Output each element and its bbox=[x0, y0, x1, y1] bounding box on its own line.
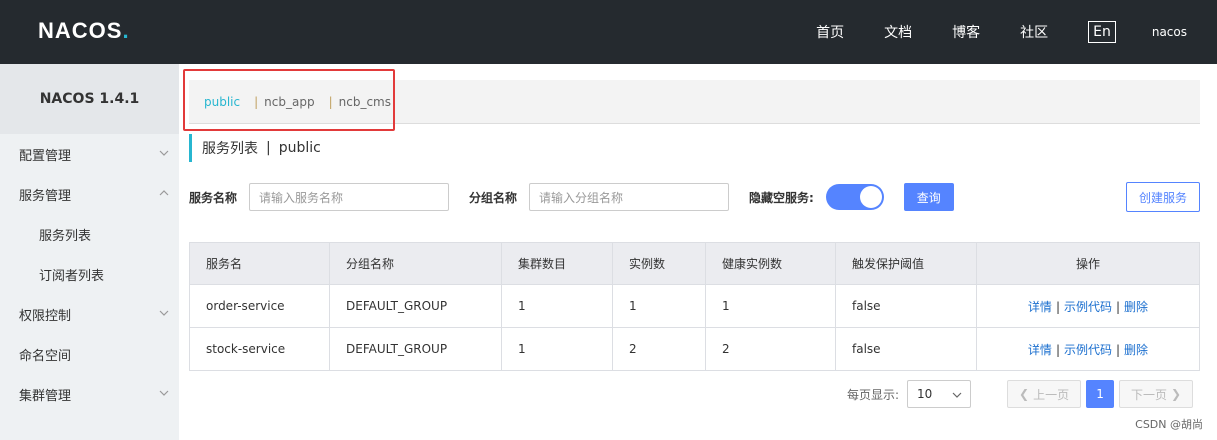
detail-link[interactable]: 详情 bbox=[1028, 343, 1052, 357]
nav-community[interactable]: 社区 bbox=[1020, 22, 1048, 42]
cell-service-name: stock-service bbox=[189, 327, 330, 371]
table-header-row: 服务名 分组名称 集群数目 实例数 健康实例数 触发保护阈值 操作 bbox=[189, 242, 1200, 285]
hide-empty-toggle[interactable] bbox=[825, 184, 884, 210]
cell-protect-threshold: false bbox=[835, 327, 977, 371]
table-row: order-service DEFAULT_GROUP 1 1 1 false … bbox=[189, 284, 1200, 328]
group-name-label: 分组名称 bbox=[469, 190, 518, 205]
service-name-label: 服务名称 bbox=[189, 190, 238, 205]
sidebar-item-access-control[interactable]: 权限控制 bbox=[0, 294, 179, 334]
col-operations: 操作 bbox=[976, 242, 1200, 285]
col-protect-threshold: 触发保护阈值 bbox=[835, 242, 977, 285]
page-size-label: 每页显示: bbox=[847, 387, 900, 402]
col-cluster-count: 集群数目 bbox=[501, 242, 613, 285]
page-title-separator: | bbox=[266, 140, 271, 156]
username[interactable]: nacos bbox=[1152, 25, 1187, 39]
highlight-box bbox=[183, 69, 395, 131]
sidebar-item-subscriber-list[interactable]: 订阅者列表 bbox=[0, 254, 179, 294]
next-page-label: 下一页 bbox=[1131, 387, 1168, 402]
pagination: 每页显示: 10 ❮ 上一页 1 下一页 ❯ bbox=[847, 380, 1194, 408]
prev-page-button[interactable]: ❮ 上一页 bbox=[1007, 380, 1082, 408]
sidebar-item-label: 服务列表 bbox=[39, 228, 92, 244]
cell-group-name: DEFAULT_GROUP bbox=[329, 284, 502, 328]
nav-blog[interactable]: 博客 bbox=[952, 22, 980, 42]
col-instance-count: 实例数 bbox=[612, 242, 706, 285]
page-number-current[interactable]: 1 bbox=[1086, 380, 1115, 408]
query-button[interactable]: 查询 bbox=[903, 183, 954, 211]
next-page-button[interactable]: 下一页 ❯ bbox=[1119, 380, 1194, 408]
watermark: CSDN @胡尚 bbox=[1135, 418, 1203, 431]
nacos-logo[interactable]: NACOS. bbox=[38, 18, 129, 44]
service-name-filter: 服务名称 请输入服务名称 bbox=[189, 183, 450, 211]
top-nav: 首页 文档 博客 社区 En nacos bbox=[816, 0, 1217, 64]
page-size-value: 10 bbox=[917, 387, 933, 401]
sidebar-item-service-list[interactable]: 服务列表 bbox=[0, 214, 179, 254]
sidebar-item-label: 命名空间 bbox=[19, 348, 72, 364]
cell-operations: 详情 | 示例代码 | 删除 bbox=[976, 327, 1200, 371]
chevron-up-icon bbox=[159, 190, 169, 196]
sidebar-item-namespace[interactable]: 命名空间 bbox=[0, 334, 179, 374]
col-service-name: 服务名 bbox=[189, 242, 330, 285]
page-title: 服务列表 | public bbox=[189, 134, 321, 162]
delete-link[interactable]: 删除 bbox=[1124, 300, 1148, 314]
sidebar-item-label: 权限控制 bbox=[19, 308, 72, 324]
service-table: 服务名 分组名称 集群数目 实例数 健康实例数 触发保护阈值 操作 order-… bbox=[189, 242, 1200, 371]
page-size-select[interactable]: 10 bbox=[907, 380, 972, 408]
sidebar-title: NACOS 1.4.1 bbox=[0, 64, 179, 134]
prev-page-label: 上一页 bbox=[1033, 387, 1070, 402]
chevron-down-icon bbox=[159, 390, 169, 396]
cell-group-name: DEFAULT_GROUP bbox=[329, 327, 502, 371]
cell-healthy-count: 2 bbox=[705, 327, 836, 371]
cell-cluster-count: 1 bbox=[501, 327, 613, 371]
group-name-input[interactable]: 请输入分组名称 bbox=[529, 183, 730, 211]
delete-link[interactable]: 删除 bbox=[1124, 343, 1148, 357]
chevron-right-icon: ❯ bbox=[1171, 387, 1182, 401]
cell-instance-count: 1 bbox=[612, 284, 706, 328]
group-name-filter: 分组名称 请输入分组名称 bbox=[469, 183, 730, 211]
page-title-namespace: public bbox=[278, 140, 321, 156]
sidebar-item-cluster-management[interactable]: 集群管理 bbox=[0, 374, 179, 414]
top-navbar: NACOS. 首页 文档 博客 社区 En nacos bbox=[0, 0, 1217, 64]
sample-code-link[interactable]: 示例代码 bbox=[1064, 343, 1112, 357]
language-switch-button[interactable]: En bbox=[1088, 21, 1116, 43]
cell-cluster-count: 1 bbox=[501, 284, 613, 328]
cell-protect-threshold: false bbox=[835, 284, 977, 328]
sidebar-item-label: 集群管理 bbox=[19, 388, 72, 404]
op-separator: | bbox=[1116, 299, 1121, 314]
sample-code-link[interactable]: 示例代码 bbox=[1064, 300, 1112, 314]
sidebar-item-label: 订阅者列表 bbox=[39, 268, 105, 284]
hide-empty-filter: 隐藏空服务: 查询 bbox=[749, 183, 954, 211]
cell-healthy-count: 1 bbox=[705, 284, 836, 328]
col-healthy-count: 健康实例数 bbox=[705, 242, 836, 285]
cell-service-name: order-service bbox=[189, 284, 330, 328]
sidebar-item-service-management[interactable]: 服务管理 bbox=[0, 174, 179, 214]
table-row: stock-service DEFAULT_GROUP 1 2 2 false … bbox=[189, 327, 1200, 371]
nav-docs[interactable]: 文档 bbox=[884, 22, 912, 42]
page-title-text: 服务列表 bbox=[202, 141, 258, 157]
nav-home[interactable]: 首页 bbox=[816, 22, 844, 42]
op-separator: | bbox=[1055, 342, 1060, 357]
chevron-left-icon: ❮ bbox=[1019, 387, 1030, 401]
sidebar-item-label: 服务管理 bbox=[19, 188, 72, 204]
sidebar-item-label: 配置管理 bbox=[19, 148, 72, 164]
hide-empty-label: 隐藏空服务: bbox=[749, 190, 814, 205]
chevron-down-icon bbox=[159, 310, 169, 316]
chevron-down-icon bbox=[952, 392, 962, 398]
cell-instance-count: 2 bbox=[612, 327, 706, 371]
create-service-button[interactable]: 创建服务 bbox=[1126, 182, 1200, 212]
op-separator: | bbox=[1116, 342, 1121, 357]
main-content: public | ncb_app | ncb_cms 服务列表 | public… bbox=[179, 64, 1217, 440]
toggle-knob bbox=[859, 186, 882, 208]
cell-operations: 详情 | 示例代码 | 删除 bbox=[976, 284, 1200, 328]
detail-link[interactable]: 详情 bbox=[1028, 300, 1052, 314]
col-group-name: 分组名称 bbox=[329, 242, 502, 285]
op-separator: | bbox=[1055, 299, 1060, 314]
sidebar-item-config-management[interactable]: 配置管理 bbox=[0, 134, 179, 174]
logo-dot: . bbox=[122, 18, 129, 43]
sidebar: NACOS 1.4.1 配置管理 服务管理 服务列表 订阅者列表 权限控制 命名… bbox=[0, 64, 179, 440]
chevron-down-icon bbox=[159, 150, 169, 156]
logo-text: NACOS bbox=[38, 18, 123, 43]
service-name-input[interactable]: 请输入服务名称 bbox=[249, 183, 450, 211]
